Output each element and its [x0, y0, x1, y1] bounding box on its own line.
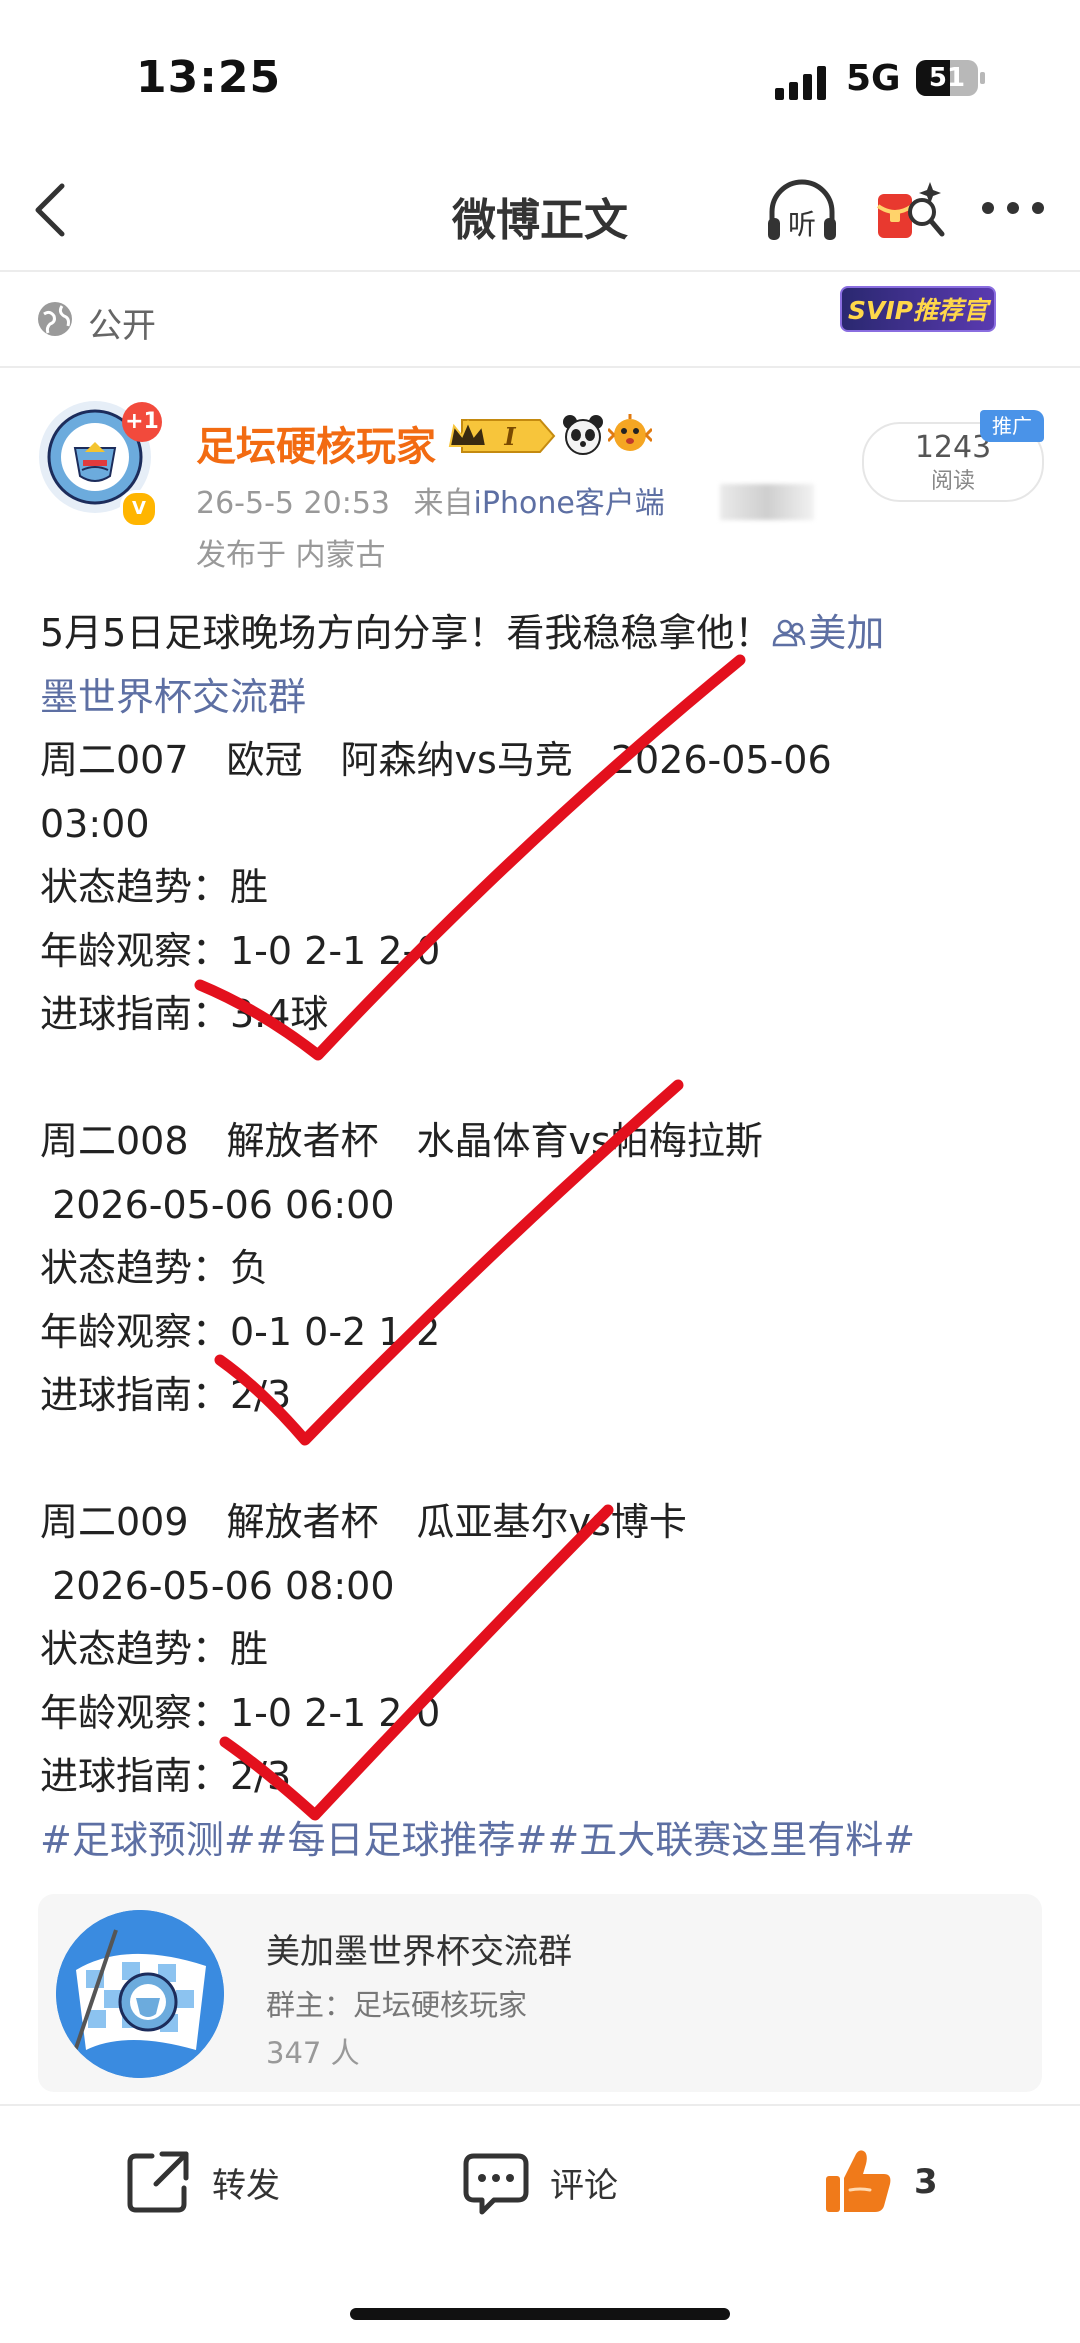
match3-trend: 状态趋势：胜 [40, 1627, 269, 1671]
match1-header: 周二007 欧冠 阿森纳vs马竞 2026-05-06 [40, 738, 832, 782]
match2-goals: 进球指南：2/3 [40, 1373, 292, 1417]
globe-icon [38, 302, 72, 336]
group-link-text-1: 美加 [808, 611, 885, 655]
visibility-bar: 公开 SVIP推荐官 [0, 272, 1080, 366]
match1-age: 年龄观察：1-0 2-1 2-0 [40, 928, 441, 973]
panda-icon [563, 415, 603, 455]
match3-time: 2026-05-06 08:00 [40, 1563, 395, 1608]
match2-header: 周二008 解放者杯 水晶体育vs帕梅拉斯 [40, 1119, 763, 1163]
home-indicator[interactable] [350, 2308, 730, 2320]
match1-trend: 状态趋势：胜 [40, 865, 269, 909]
divider [0, 366, 1080, 368]
promote-badge[interactable]: 推广 [980, 410, 1044, 442]
red-packet-icon[interactable] [870, 172, 950, 252]
match3-age: 年龄观察：1-0 2-1 2-0 [40, 1690, 441, 1735]
bottom-action-bar: 转发 评论 3 [0, 2104, 1080, 2343]
repost-label: 转发 [212, 2165, 280, 2206]
network-type: 5G [846, 58, 901, 99]
comment-icon [463, 2153, 529, 2215]
post-location: 发布于 内蒙古 [196, 538, 386, 573]
match1-time: 03:00 [40, 801, 150, 846]
listen-label: 听 [788, 208, 816, 241]
more-icon[interactable] [978, 188, 1048, 228]
post-source-link[interactable]: iPhone客户端 [474, 486, 665, 521]
source-prefix: 来自 [413, 486, 474, 521]
nav-bar: 微博正文 听 [0, 150, 1080, 270]
svip-badge[interactable]: SVIP推荐官 [840, 286, 996, 332]
comment-button[interactable]: 评论 [460, 2142, 618, 2222]
blurred-region [720, 484, 814, 520]
headphones-listen-icon[interactable]: 听 [762, 172, 842, 252]
group-link-text-2[interactable]: 墨世界杯交流群 [40, 666, 1050, 730]
thumbs-up-icon [826, 2150, 891, 2212]
group-member-count: 347 人 [266, 2036, 360, 2070]
group-icon [773, 619, 806, 647]
match2-age: 年龄观察：0-1 0-2 1-2 [40, 1309, 441, 1354]
like-count: 3 [914, 2162, 938, 2202]
member-crown-icon: I [448, 419, 556, 453]
match3-header: 周二009 解放者杯 瓜亚基尔vs博卡 [40, 1500, 687, 1544]
match1-goals: 进球指南：3.4球 [40, 992, 329, 1036]
like-button[interactable]: 3 [820, 2142, 938, 2222]
battery-level: 51 [928, 63, 966, 93]
author-name[interactable]: 足坛硬核玩家 [196, 414, 436, 472]
signal-icon [775, 66, 826, 100]
match3-goals: 进球指南：2/3 [40, 1754, 292, 1798]
repost-button[interactable]: 转发 [122, 2142, 280, 2222]
verified-badge-icon: V [120, 490, 158, 528]
post-meta: 26-5-5 20:53 来自iPhone客户端 [196, 478, 665, 522]
group-link[interactable]: 美加 [772, 611, 884, 655]
repost-icon [127, 2151, 189, 2213]
group-card[interactable]: 美加墨世界杯交流群 群主：足坛硬核玩家 347 人 [38, 1894, 1042, 2092]
hashtags-link[interactable]: #足球预测##每日足球推荐##五大联赛这里有料# [40, 1809, 1050, 1873]
status-bar: 13:25 5G 51 [0, 0, 1080, 150]
group-owner: 群主：足坛硬核玩家 [266, 1988, 528, 2022]
read-label: 阅读 [930, 469, 975, 494]
post-content: 5月5日足球晚场方向分享！看我稳稳拿他！ 美加 墨世界杯交流群 周二007 欧冠 … [40, 602, 1050, 1872]
avatar-notification-badge: +1 [122, 402, 162, 442]
member-level: I [503, 422, 516, 451]
group-avatar [56, 1910, 224, 2078]
content-line: 5月5日足球晚场方向分享！看我稳稳拿他！ 美加 [40, 602, 1050, 666]
match2-trend: 状态趋势：负 [40, 1246, 269, 1290]
group-name: 美加墨世界杯交流群 [266, 1932, 572, 1972]
match2-time: 2026-05-06 06:00 [40, 1182, 395, 1227]
comment-label: 评论 [550, 2165, 618, 2206]
pufferfish-icon [608, 414, 652, 451]
battery-icon: 51 [916, 60, 986, 96]
visibility-label: 公开 [88, 306, 156, 346]
status-time: 13:25 [136, 52, 282, 103]
post-intro: 5月5日足球晚场方向分享！看我稳稳拿他！ [40, 611, 773, 655]
post-datetime: 26-5-5 20:53 [196, 486, 390, 521]
